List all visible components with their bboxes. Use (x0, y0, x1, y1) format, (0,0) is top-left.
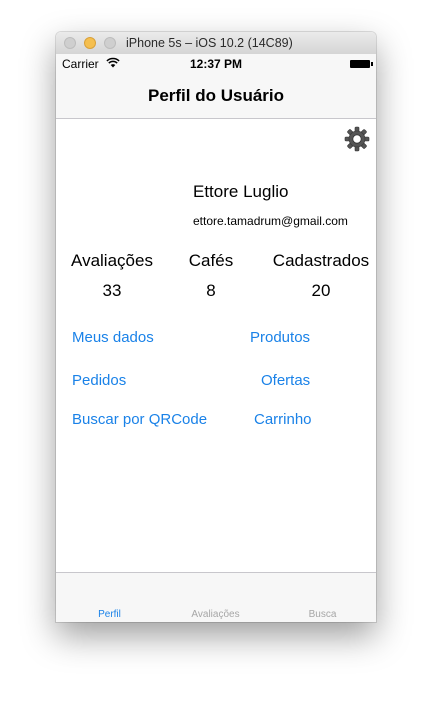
produtos-button[interactable]: Produtos (250, 329, 310, 346)
tab-bar: Perfil Avaliações Busca (56, 572, 376, 622)
pedidos-button[interactable]: Pedidos (72, 372, 126, 389)
stat-value-avaliacoes: 33 (102, 281, 122, 300)
status-bar: Carrier 12:37 PM (56, 54, 376, 74)
stat-value-cafes: 8 (206, 281, 216, 300)
profile-name: Ettore Luglio (193, 182, 289, 201)
tab-perfil[interactable]: Perfil (56, 609, 163, 620)
minimize-window-button[interactable] (84, 37, 96, 49)
simulator-window: iPhone 5s – iOS 10.2 (14C89) Carrier 12:… (56, 32, 376, 622)
profile-email: ettore.tamadrum@gmail.com (193, 214, 348, 228)
stat-label-avaliacoes: Avaliações (71, 251, 153, 270)
status-time: 12:37 PM (189, 57, 243, 71)
page-title: Perfil do Usuário (147, 86, 285, 105)
navigation-bar: Perfil do Usuário (56, 74, 376, 119)
stat-label-cadastrados: Cadastrados (272, 251, 370, 270)
battery-icon (350, 60, 373, 68)
gear-icon[interactable] (344, 126, 370, 152)
close-window-button[interactable] (64, 37, 76, 49)
tab-avaliacoes[interactable]: Avaliações (162, 609, 269, 620)
tab-busca[interactable]: Busca (269, 609, 376, 620)
stat-value-cadastrados: 20 (311, 281, 331, 300)
meus-dados-button[interactable]: Meus dados (72, 329, 154, 346)
window-titlebar: iPhone 5s – iOS 10.2 (14C89) (56, 32, 376, 55)
ofertas-button[interactable]: Ofertas (261, 372, 310, 389)
window-title: iPhone 5s – iOS 10.2 (14C89) (126, 36, 293, 50)
stat-label-cafes: Cafés (188, 251, 234, 270)
carrinho-button[interactable]: Carrinho (254, 411, 312, 428)
zoom-window-button[interactable] (104, 37, 116, 49)
buscar-qrcode-button[interactable]: Buscar por QRCode (72, 411, 207, 428)
